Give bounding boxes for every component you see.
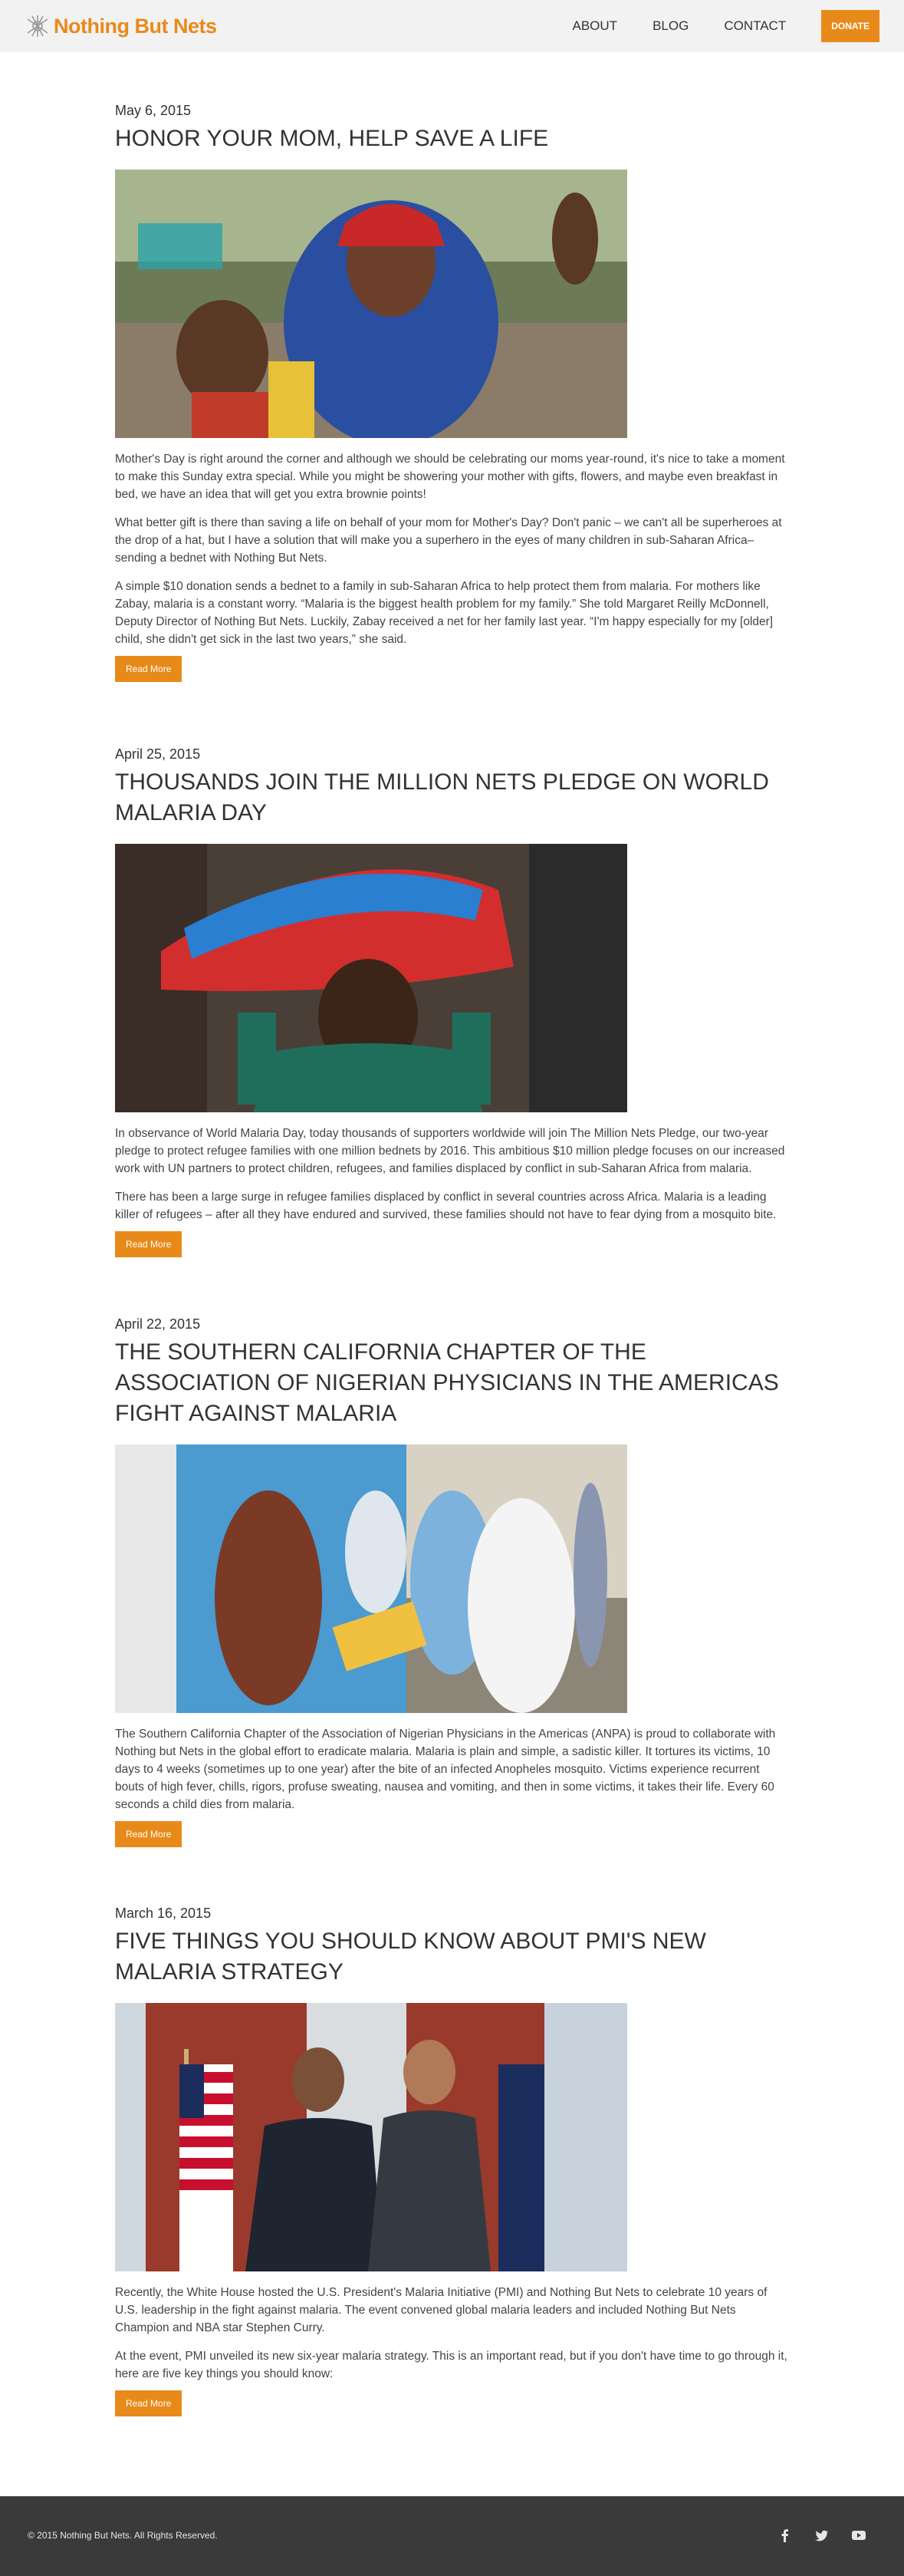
post-paragraph: There has been a large surge in refugee … bbox=[115, 1191, 777, 1221]
nav-about[interactable]: ABOUT bbox=[573, 18, 618, 34]
post-title[interactable]: FIVE THINGS YOU SHOULD KNOW ABOUT PMI'S … bbox=[115, 1926, 790, 1988]
post-date: April 25, 2015 bbox=[115, 746, 201, 762]
post-image-mother-child[interactable] bbox=[115, 170, 627, 438]
logo-text: Nothing But Nets bbox=[54, 14, 217, 38]
blog-post: May 6, 2015 HONOR YOUR MOM, HELP SAVE A … bbox=[115, 103, 790, 682]
post-paragraph: What better gift is there than saving a … bbox=[115, 516, 782, 565]
main-nav: ABOUT BLOG CONTACT DONATE bbox=[537, 10, 879, 42]
copyright-text: © 2015 Nothing But Nets. All Rights Rese… bbox=[28, 2530, 218, 2541]
post-title[interactable]: THE SOUTHERN CALIFORNIA CHAPTER OF THE A… bbox=[115, 1337, 790, 1429]
post-paragraph: At the event, PMI unveiled its new six-y… bbox=[115, 2350, 787, 2380]
post-title[interactable]: THOUSANDS JOIN THE MILLION NETS PLEDGE O… bbox=[115, 767, 790, 828]
nav-blog[interactable]: BLOG bbox=[653, 18, 689, 34]
youtube-icon[interactable] bbox=[850, 2527, 867, 2544]
post-paragraph: Recently, the White House hosted the U.S… bbox=[115, 2286, 768, 2334]
post-image-child-with-nets[interactable] bbox=[115, 844, 627, 1112]
site-header: Nothing But Nets ABOUT BLOG CONTACT DONA… bbox=[0, 0, 904, 52]
post-paragraph: A simple $10 donation sends a bednet to … bbox=[115, 580, 774, 646]
blog-post: April 25, 2015 THOUSANDS JOIN THE MILLIO… bbox=[115, 746, 790, 1257]
twitter-icon[interactable] bbox=[814, 2527, 830, 2544]
post-date: April 22, 2015 bbox=[115, 1316, 201, 1332]
read-more-button[interactable]: Read More bbox=[115, 1231, 182, 1257]
blog-post: April 22, 2015 THE SOUTHERN CALIFORNIA C… bbox=[115, 1316, 790, 1847]
post-date: March 16, 2015 bbox=[115, 1906, 212, 1921]
donate-button[interactable]: DONATE bbox=[821, 10, 879, 42]
post-image-net-distribution[interactable] bbox=[115, 1444, 627, 1713]
post-paragraph: In observance of World Malaria Day, toda… bbox=[115, 1127, 785, 1175]
read-more-button[interactable]: Read More bbox=[115, 1821, 182, 1847]
read-more-button[interactable]: Read More bbox=[115, 656, 182, 682]
site-footer: © 2015 Nothing But Nets. All Rights Rese… bbox=[0, 2496, 904, 2576]
social-links bbox=[757, 2527, 867, 2544]
post-paragraph: The Southern California Chapter of the A… bbox=[115, 1728, 776, 1811]
logo[interactable]: Nothing But Nets bbox=[25, 11, 217, 41]
logo-net-icon bbox=[27, 15, 48, 37]
facebook-icon[interactable] bbox=[777, 2527, 794, 2544]
post-title[interactable]: HONOR YOUR MOM, HELP SAVE A LIFE bbox=[115, 124, 790, 154]
post-date: May 6, 2015 bbox=[115, 103, 192, 118]
post-image-white-house-event[interactable] bbox=[115, 2003, 627, 2271]
nav-contact[interactable]: CONTACT bbox=[724, 18, 786, 34]
blog-post: March 16, 2015 FIVE THINGS YOU SHOULD KN… bbox=[115, 1906, 790, 2416]
read-more-button[interactable]: Read More bbox=[115, 2390, 182, 2416]
post-paragraph: Mother's Day is right around the corner … bbox=[115, 453, 785, 501]
